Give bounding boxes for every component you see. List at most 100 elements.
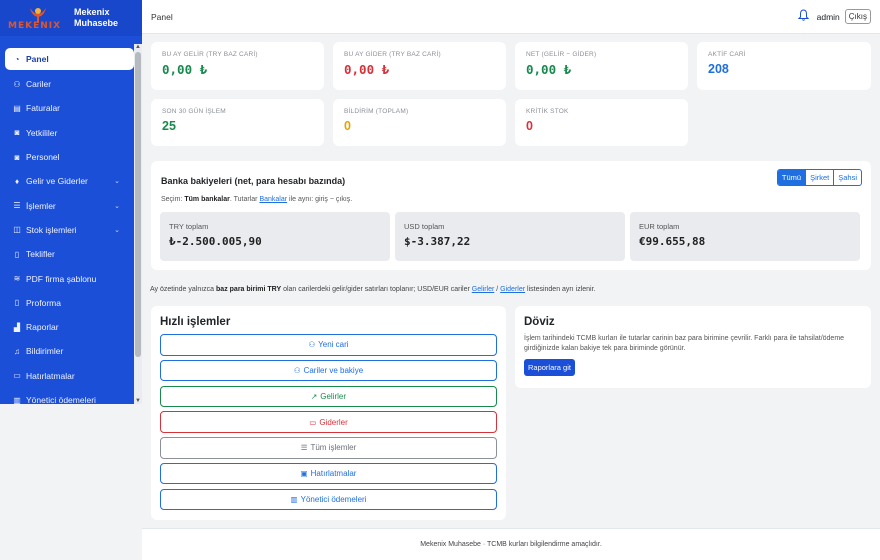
footer-text: Mekenix Muhasebe · TCMB kurları bilgilen… <box>420 541 602 548</box>
main-content: BU AY GELİR (TRY BAZ CARİ) 0,00 ₺ BU AY … <box>142 34 880 560</box>
bank-balances-card: Banka bakiyeleri (net, para hesabı bazın… <box>151 161 871 270</box>
stat-value: 25 <box>162 119 176 133</box>
sidebar-item-faturalar[interactable]: ▤ Faturalar <box>5 96 134 120</box>
topbar: Panel admin Çıkış <box>142 0 880 34</box>
quick-action-label: Gelirler <box>320 391 347 401</box>
selection-mid: . Tutarlar <box>229 196 260 203</box>
currency-info-title: Döviz <box>524 316 555 328</box>
stat-value: 0 <box>526 119 533 133</box>
quick-action-button[interactable]: ▭ Giderler <box>160 411 497 433</box>
selection-value: Tüm bankalar <box>184 196 230 203</box>
scroll-down-arrow-icon[interactable]: ▼ <box>135 398 141 404</box>
sidebar-item-label: İşlemler <box>26 200 56 211</box>
bar-chart-icon: ▟ <box>13 322 21 332</box>
income-link[interactable]: Gelirler <box>472 286 495 293</box>
sidebar-item-hatırlatmalar[interactable]: ▭ Hatırlatmalar <box>5 364 134 388</box>
sidebar-scrollbar[interactable]: ▲ ▼ <box>134 44 142 404</box>
sidebar-item-label: Raporlar <box>26 322 59 333</box>
chevron-down-icon: ⌄ <box>114 178 120 186</box>
company-logo: MEKENIX <box>8 4 66 32</box>
filter-personal-button[interactable]: Şahsi <box>833 170 861 185</box>
currency-info-text: İşlem tarihindeki TCMB kurları ile tutar… <box>524 335 845 352</box>
sidebar-item-label: Yönetici ödemeleri <box>26 395 96 404</box>
banks-link[interactable]: Bankalar <box>259 196 287 203</box>
sidebar-item-yetkililer[interactable]: ◙ Yetkililer <box>5 121 134 145</box>
quick-action-button[interactable]: ▥ Yönetici ödemeleri <box>160 488 497 511</box>
bank-icon: ▥ <box>290 495 298 505</box>
stat-value: 0,00 ₺ <box>344 62 390 77</box>
quick-action-label: Hatırlatmalar <box>310 469 357 479</box>
brand-name-line1: Mekenix <box>74 7 110 17</box>
stat-card-critical-stock: KRİTİK STOK 0 <box>515 99 688 146</box>
logout-button[interactable]: Çıkış <box>844 9 871 24</box>
expenses-link[interactable]: Giderler <box>500 286 525 293</box>
document-icon: ▯ <box>14 249 20 259</box>
sidebar-item-raporlar[interactable]: ▟ Raporlar <box>5 315 134 339</box>
stat-card-notifications: BİLDİRİM (TOPLAM) 0 <box>333 99 506 146</box>
sidebar-item-gelir-ve-giderler[interactable]: ♦ Gelir ve Giderler ⌄ <box>5 169 134 193</box>
scroll-up-arrow-icon[interactable]: ▲ <box>135 44 141 50</box>
sidebar-item-teklifler[interactable]: ▯ Teklifler <box>5 242 134 266</box>
currency-info-card: Döviz İşlem tarihindeki TCMB kurları ile… <box>515 306 871 388</box>
stat-label: NET (GELİR − GİDER) <box>526 51 597 58</box>
sidebar-item-pdf-firma-şablonu[interactable]: ≋ PDF firma şablonu <box>5 266 134 290</box>
quick-action-button[interactable]: ⚇ Cariler ve bakiye <box>160 359 497 382</box>
list-icon: ☰ <box>13 201 21 211</box>
currency-value: ₺-2.500.005,90 <box>169 235 262 248</box>
brand-name-line2: Muhasebe <box>74 18 119 28</box>
stat-card-active-accounts: AKTİF CARİ 208 <box>697 42 871 90</box>
sidebar-item-stok-işlemleri[interactable]: ◫ Stok işlemleri ⌄ <box>5 218 134 242</box>
currency-value: $-3.387,22 <box>404 235 471 248</box>
sidebar-item-cariler[interactable]: ⚇ Cariler <box>5 72 134 96</box>
chevron-down-icon: ⌄ <box>114 202 120 210</box>
receipt-icon: ▤ <box>13 103 21 113</box>
username: admin <box>816 11 840 22</box>
quick-action-button[interactable]: ↗ Gelirler <box>160 385 497 408</box>
sidebar-item-label: Bildirimler <box>26 346 64 357</box>
selection-suffix: ile aynı: giriş − çıkış. <box>287 196 353 203</box>
sidebar-item-bildirimler[interactable]: ♫ Bildirimler <box>5 339 134 363</box>
wallet-icon: ▭ <box>309 417 317 427</box>
sidebar-item-label: Yetkililer <box>26 127 58 138</box>
stat-value: 208 <box>708 62 729 76</box>
quick-action-button[interactable]: ☰ Tüm işlemler <box>160 437 497 459</box>
list-icon: ☰ <box>300 443 308 453</box>
filter-company-button[interactable]: Şirket <box>805 170 833 185</box>
currency-total-try: TRY toplam ₺-2.500.005,90 <box>160 212 390 261</box>
bank-filter-group: Tümü Şirket Şahsi <box>776 169 862 186</box>
sidebar-item-i-şlemler[interactable]: ☰ İşlemler ⌄ <box>5 193 134 217</box>
scrollbar-thumb[interactable] <box>135 52 141 357</box>
users-icon: ⚇ <box>13 79 21 89</box>
sidebar-item-personel[interactable]: ◙ Personel <box>5 145 134 169</box>
sidebar-item-label: Panel <box>26 54 49 64</box>
currency-label: TRY toplam <box>169 222 209 231</box>
cash-icon: ♦ <box>14 176 20 186</box>
stat-card-income: BU AY GELİR (TRY BAZ CARİ) 0,00 ₺ <box>151 42 324 90</box>
brand[interactable]: MEKENIX Mekenix Muhasebe <box>0 0 142 36</box>
sidebar-item-label: Teklifler <box>26 249 55 260</box>
currency-total-usd: USD toplam $-3.387,22 <box>395 212 625 261</box>
stat-card-net: NET (GELİR − GİDER) 0,00 ₺ <box>515 42 688 90</box>
bell-icon[interactable] <box>797 9 809 24</box>
person-badge-icon: ◙ <box>14 128 20 138</box>
filter-all-button[interactable]: Tümü <box>777 170 806 185</box>
go-to-reports-button[interactable]: Raporlara git <box>524 359 575 376</box>
stat-label: BİLDİRİM (TOPLAM) <box>344 108 409 115</box>
file-icon: ▯ <box>14 298 20 308</box>
footer: Mekenix Muhasebe · TCMB kurları bilgilen… <box>142 528 880 560</box>
sidebar-item-yönetici-ödemeleri[interactable]: ▥ Yönetici ödemeleri <box>5 388 134 404</box>
quick-action-button[interactable]: ▣ Hatırlatmalar <box>160 462 497 485</box>
quick-actions-card: Hızlı işlemler ⚇ Yeni cari ⚇ Cariler ve bak… <box>151 306 506 520</box>
calendar-check-icon: ▣ <box>300 469 308 479</box>
breadcrumb: Panel <box>151 11 173 22</box>
trend-up-icon: ↗ <box>310 391 318 401</box>
sidebar-item-panel[interactable]: ◔ Panel <box>5 48 134 70</box>
quick-action-button[interactable]: ⚇ Yeni cari <box>160 334 497 356</box>
calendar-icon: ▭ <box>13 371 21 381</box>
currency-total-eur: EUR toplam €99.655,88 <box>630 212 860 261</box>
quick-action-label: Yönetici ödemeleri <box>300 495 367 505</box>
sidebar-item-proforma[interactable]: ▯ Proforma <box>5 291 134 315</box>
sliders-icon: ≋ <box>13 274 21 284</box>
sidebar-item-label: Hatırlatmalar <box>26 370 75 381</box>
quick-actions-title: Hızlı işlemler <box>160 316 231 328</box>
